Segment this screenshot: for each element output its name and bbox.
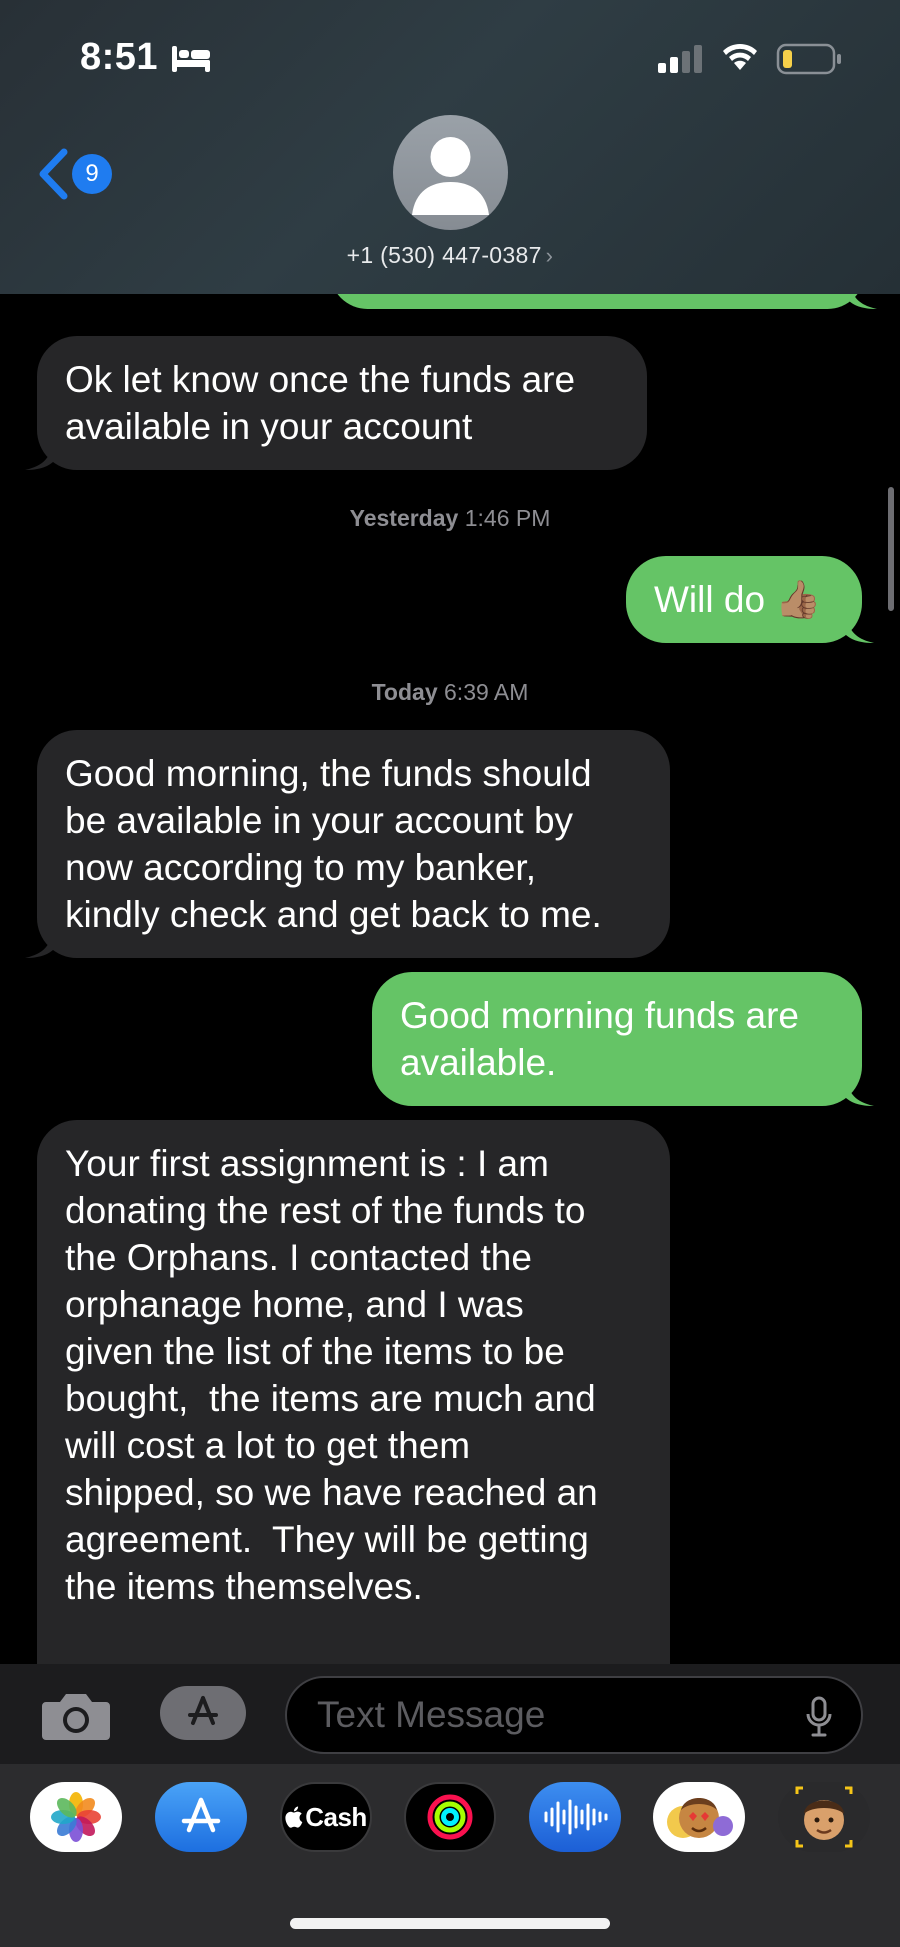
bubble-tail <box>846 1076 874 1106</box>
photos-app-icon[interactable] <box>30 1782 122 1852</box>
wifi-icon <box>723 43 757 70</box>
contact-number: +1 (530) 447-0387 <box>346 242 542 268</box>
audio-waveform-icon <box>544 1799 608 1835</box>
message-text: Your first assignment is : I am donating… <box>65 1143 620 1664</box>
message-bubble-incoming[interactable]: Ok let know once the funds are available… <box>25 336 647 470</box>
timestamp: Yesterday 1:46 PM <box>0 505 900 532</box>
message-text: Good morning funds are available. <box>400 995 800 1083</box>
chevron-right-icon: › <box>545 243 554 268</box>
message-text: Ok let know once the funds are available… <box>65 359 576 447</box>
contact-avatar[interactable] <box>393 115 508 230</box>
timestamp-day: Today <box>371 679 438 705</box>
bubble-tail <box>846 613 874 643</box>
apple-cash-icon[interactable]: Cash <box>280 1782 372 1852</box>
timestamp-day: Yesterday <box>349 505 459 531</box>
message-bubble-outgoing[interactable]: Good morning funds are available. <box>372 972 874 1106</box>
apps-button[interactable] <box>160 1686 246 1740</box>
timestamp: Today 6:39 AM <box>0 679 900 706</box>
unread-count-badge: 9 <box>72 154 112 194</box>
scroll-indicator[interactable] <box>888 487 894 611</box>
back-button[interactable]: 9 <box>36 146 116 202</box>
app-store-icon <box>188 1696 218 1725</box>
bubble-tail <box>25 928 53 958</box>
message-bubble-incoming[interactable]: Your first assignment is : I am donating… <box>37 1120 670 1664</box>
cellular-signal-icon <box>658 45 702 73</box>
apple-cash-label: Cash <box>305 1801 367 1832</box>
timestamp-time: 1:46 PM <box>464 505 551 531</box>
chevron-left-icon <box>39 148 68 200</box>
message-input[interactable]: Text Message <box>285 1676 863 1754</box>
message-thread[interactable]: Ok let know once the funds are available… <box>0 294 900 1664</box>
timestamp-time: 6:39 AM <box>444 679 529 705</box>
message-bubble-outgoing[interactable] <box>330 294 877 309</box>
conversation-header: 8:51 9 +1 (530) 447-0387 › <box>0 0 900 294</box>
app-store-icon[interactable] <box>155 1782 247 1852</box>
memoji-stickers-icon[interactable] <box>653 1782 745 1852</box>
message-bubble-incoming[interactable]: Good morning, the funds should be availa… <box>25 730 670 958</box>
message-text: Good morning, the funds should be availa… <box>65 753 602 935</box>
voice-memo-icon[interactable] <box>529 1782 621 1852</box>
message-bubble-outgoing[interactable]: Will do 👍🏽 <box>626 556 874 643</box>
compose-bar: Text Message <box>0 1664 900 1764</box>
battery-low-icon <box>776 43 841 75</box>
home-indicator[interactable] <box>290 1918 610 1929</box>
message-text: Will do 👍🏽 <box>654 579 822 620</box>
contact-name[interactable]: +1 (530) 447-0387 › <box>0 242 900 269</box>
memoji-icon[interactable] <box>778 1782 870 1852</box>
activity-rings-icon <box>427 1794 473 1840</box>
camera-icon[interactable] <box>40 1690 112 1742</box>
message-input-placeholder: Text Message <box>317 1694 546 1735</box>
status-time: 8:51 <box>80 36 159 78</box>
photos-flower-icon <box>51 1792 101 1842</box>
microphone-icon[interactable] <box>805 1696 833 1738</box>
memoji-face-icon <box>667 1798 733 1838</box>
bubble-tail <box>25 440 53 470</box>
activity-icon[interactable] <box>404 1782 496 1852</box>
apple-logo-icon <box>285 1806 303 1828</box>
app-store-a-icon <box>181 1797 221 1833</box>
bed-icon <box>172 46 210 72</box>
memoji-avatar-icon <box>795 1786 853 1848</box>
person-silhouette-icon <box>412 137 489 215</box>
bubble-tail <box>849 294 877 309</box>
